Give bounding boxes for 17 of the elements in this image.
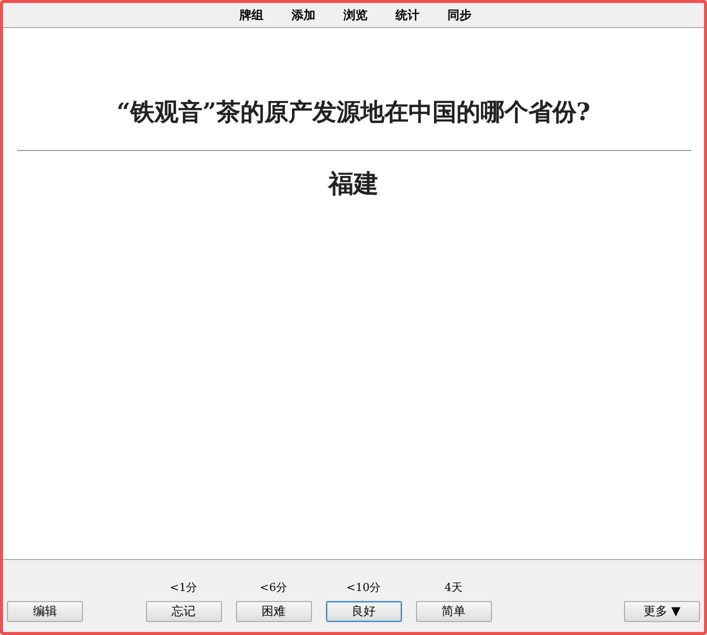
interval-label: <1分 [170, 580, 198, 595]
menu-link[interactable]: 牌组 [240, 6, 264, 24]
menu-link[interactable]: 添加 [292, 6, 316, 24]
interval-label: <6分 [260, 580, 288, 595]
answer-text: 福建 [328, 168, 378, 200]
answer-button[interactable]: 良好 [326, 601, 402, 622]
answer-button[interactable]: 忘记 [146, 601, 222, 622]
answer-button[interactable]: 困难 [236, 601, 312, 622]
edit-button[interactable]: 编辑 [7, 601, 83, 622]
question-text: “铁观音”茶的原产发源地在中国的哪个省份? [116, 96, 590, 128]
menu-link[interactable]: 浏览 [344, 6, 368, 24]
more-button[interactable]: 更多 ▼ [624, 601, 700, 622]
interval-label: 4天 [444, 580, 462, 595]
answer-button[interactable]: 简单 [416, 601, 492, 622]
interval-label: <10分 [346, 580, 381, 595]
menu-link[interactable]: 统计 [396, 6, 420, 24]
menu-link[interactable]: 同步 [448, 6, 472, 24]
